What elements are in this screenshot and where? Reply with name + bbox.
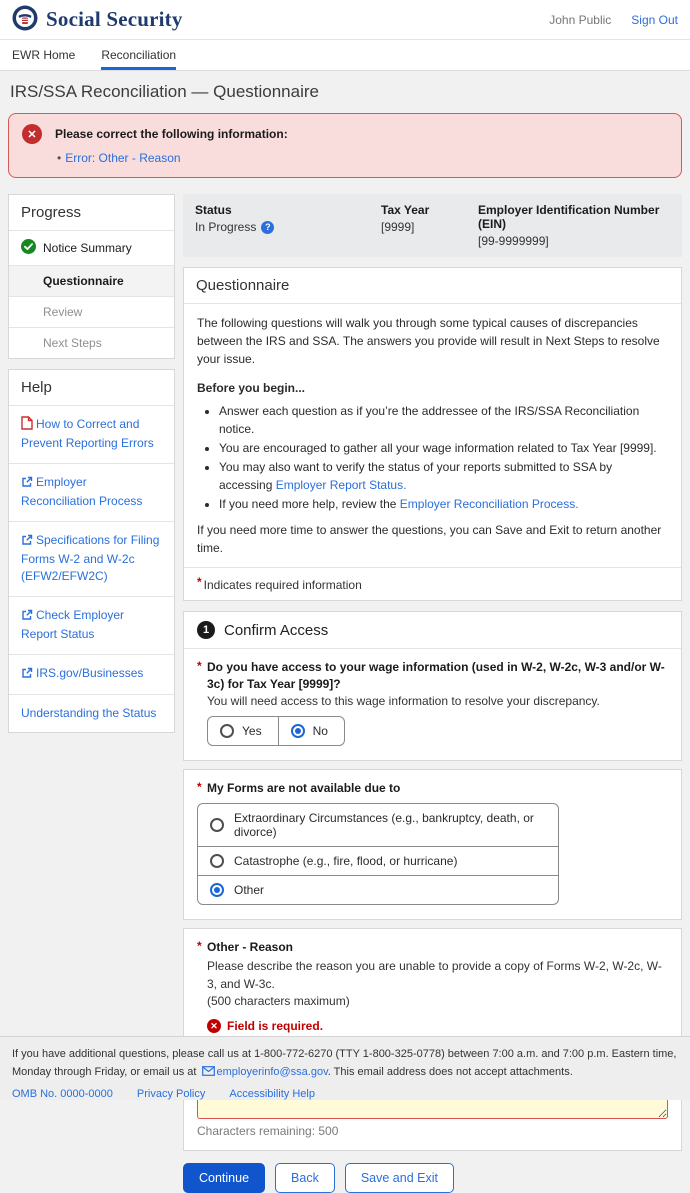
external-link-icon [21, 476, 33, 493]
radio-option-extraordinary[interactable]: Extraordinary Circumstances (e.g., bankr… [198, 804, 558, 846]
external-link-icon [21, 667, 33, 684]
privacy-policy-link[interactable]: Privacy Policy [137, 1085, 205, 1103]
other-reason-description: Please describe the reason you are unabl… [197, 958, 668, 1010]
help-card: Help How to Correct and Prevent Reportin… [8, 369, 175, 733]
confirm-access-panel: 1 Confirm Access *Do you have access to … [183, 611, 682, 761]
footer-contact-text: If you have additional questions, please… [12, 1045, 678, 1082]
nav-ewr-home[interactable]: EWR Home [12, 40, 75, 70]
before-you-begin-heading: Before you begin... [197, 379, 668, 397]
save-and-exit-button[interactable]: Save and Exit [345, 1163, 454, 1193]
user-name: John Public [549, 13, 611, 27]
required-asterisk: * [197, 575, 202, 589]
save-exit-note: If you need more time to answer the ques… [197, 521, 668, 557]
questionnaire-title: Questionnaire [184, 268, 681, 304]
radio-selected-icon[interactable] [291, 724, 305, 738]
list-item: You are encouraged to gather all your wa… [219, 439, 668, 457]
app-header: Social Security John Public Sign Out [0, 0, 690, 40]
required-asterisk: * [197, 658, 202, 675]
radio-option-other[interactable]: Other [198, 875, 558, 904]
check-circle-icon [21, 239, 36, 257]
pdf-icon [21, 416, 33, 435]
list-item: If you need more help, review the Employ… [219, 495, 668, 513]
alert-heading: Please correct the following information… [55, 124, 667, 141]
forms-unavailable-label: *My Forms are not available due to [197, 780, 668, 797]
help-link-correct-prevent-errors[interactable]: How to Correct and Prevent Reporting Err… [9, 405, 174, 463]
progress-item-next-steps[interactable]: Next Steps [9, 327, 174, 358]
field-required-error: ✕ Field is required. [207, 1019, 668, 1033]
list-item: You may also want to verify the status o… [219, 458, 668, 494]
external-link-icon [21, 609, 33, 626]
ein-value: [99-9999999] [478, 234, 660, 248]
help-question-icon[interactable]: ? [261, 221, 274, 234]
step-number-badge: 1 [197, 621, 215, 639]
employer-report-status-link[interactable]: Employer Report Status. [276, 478, 407, 492]
radio-selected-icon[interactable] [210, 883, 224, 897]
progress-card: Progress Notice Summary Questionnaire Re… [8, 194, 175, 359]
help-title: Help [9, 370, 174, 405]
omb-link[interactable]: OMB No. 0000-0000 [12, 1085, 113, 1103]
confirm-access-title: Confirm Access [224, 622, 328, 639]
continue-button[interactable]: Continue [183, 1163, 265, 1193]
forms-unavailable-panel: *My Forms are not available due to Extra… [183, 769, 682, 921]
action-buttons: Continue Back Save and Exit [183, 1163, 682, 1193]
wage-access-question-label: *Do you have access to your wage informa… [197, 659, 668, 693]
error-x-icon: ✕ [22, 124, 42, 144]
envelope-icon [202, 1064, 215, 1082]
sign-out-link[interactable]: Sign Out [631, 13, 678, 27]
employer-reconciliation-process-link[interactable]: Employer Reconciliation Process. [400, 497, 579, 511]
top-nav: EWR Home Reconciliation [0, 40, 690, 71]
ssa-seal-icon [12, 5, 38, 34]
bullet-icon: • [57, 151, 61, 165]
error-alert: ✕ Please correct the following informati… [8, 113, 682, 178]
help-link-irs-businesses[interactable]: IRS.gov/Businesses [9, 654, 174, 694]
characters-remaining: Characters remaining: 500 [197, 1124, 668, 1138]
radio-unselected-icon[interactable] [210, 854, 224, 868]
forms-reason-radio-list: Extraordinary Circumstances (e.g., bankr… [197, 803, 559, 905]
required-asterisk: * [197, 779, 202, 796]
radio-option-catastrophe[interactable]: Catastrophe (e.g., fire, flood, or hurri… [198, 846, 558, 875]
alert-error-link[interactable]: Error: Other - Reason [65, 151, 180, 165]
yes-no-radio-group: Yes No [207, 716, 345, 746]
progress-item-questionnaire[interactable]: Questionnaire [9, 265, 174, 296]
help-link-understanding-status[interactable]: Understanding the Status [9, 694, 174, 732]
tax-year-value: [9999] [381, 220, 468, 234]
questionnaire-card: Questionnaire The following questions wi… [183, 267, 682, 601]
back-button[interactable]: Back [275, 1163, 335, 1193]
radio-unselected-icon[interactable] [220, 724, 234, 738]
brand: Social Security [12, 5, 183, 34]
nav-reconciliation[interactable]: Reconciliation [101, 40, 176, 70]
radio-option-no[interactable]: No [278, 717, 344, 745]
page-footer: If you have additional questions, please… [0, 1036, 690, 1100]
progress-item-notice-summary[interactable]: Notice Summary [9, 230, 174, 265]
required-note: *Indicates required information [184, 567, 681, 600]
progress-title: Progress [9, 195, 174, 230]
alert-error-item: • Error: Other - Reason [57, 151, 667, 165]
external-link-icon [21, 534, 33, 551]
status-bar: Status In Progress ? Tax Year [9999] Emp… [183, 194, 682, 257]
radio-option-yes[interactable]: Yes [208, 717, 278, 745]
page-title: IRS/SSA Reconciliation — Questionnaire [0, 71, 690, 111]
list-item: Answer each question as if you’re the ad… [219, 402, 668, 438]
error-x-icon: ✕ [207, 1019, 221, 1033]
questionnaire-intro: The following questions will walk you th… [197, 314, 668, 368]
radio-unselected-icon[interactable] [210, 818, 224, 832]
help-link-check-report-status[interactable]: Check Employer Report Status [9, 596, 174, 654]
required-asterisk: * [197, 938, 202, 955]
wage-access-helper: You will need access to this wage inform… [197, 694, 668, 708]
brand-title: Social Security [46, 7, 183, 32]
email-link[interactable]: employerinfo@ssa.gov [217, 1066, 328, 1078]
tax-year-label: Tax Year [381, 203, 468, 217]
before-you-begin-list: Answer each question as if you’re the ad… [219, 402, 668, 513]
accessibility-help-link[interactable]: Accessibility Help [229, 1085, 315, 1103]
progress-item-review[interactable]: Review [9, 296, 174, 327]
help-link-specifications-filing[interactable]: Specifications for Filing Forms W-2 and … [9, 521, 174, 596]
status-label: Status [195, 203, 371, 217]
status-value: In Progress [195, 220, 256, 234]
other-reason-label: *Other - Reason [197, 939, 668, 956]
ein-label: Employer Identification Number (EIN) [478, 203, 660, 231]
help-link-reconciliation-process[interactable]: Employer Reconciliation Process [9, 463, 174, 521]
